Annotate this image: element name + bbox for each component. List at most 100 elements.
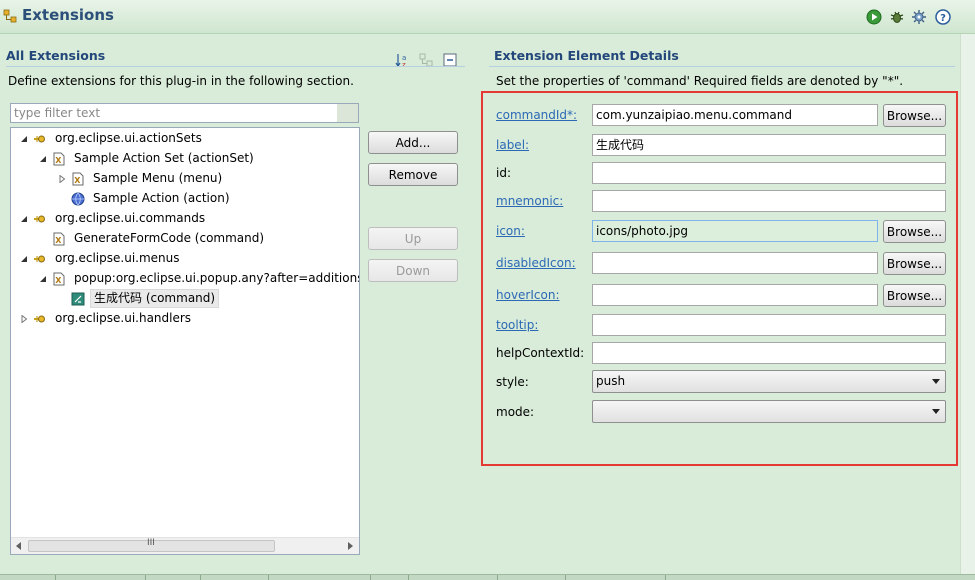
add-button[interactable]: Add...: [368, 131, 458, 154]
collapse-all-icon[interactable]: [443, 53, 457, 67]
hovericon-input[interactable]: [592, 284, 878, 306]
tab-separator: [408, 575, 409, 580]
expanded-arrow-icon[interactable]: [39, 155, 47, 163]
tree-item-label: Sample Menu (menu): [93, 171, 223, 185]
tab-separator: [268, 575, 269, 580]
action-globe-icon: [71, 192, 85, 206]
tree-item-label: Sample Action (action): [93, 191, 230, 205]
chevron-down-icon: [932, 409, 940, 414]
tree-item-popup[interactable]: X popup:org.eclipse.ui.popup.any?after=a…: [11, 269, 359, 289]
hovericon-browse-button[interactable]: Browse...: [883, 284, 946, 307]
tree-item-label: 生成代码 (command): [90, 289, 220, 308]
tree-item-label: org.eclipse.ui.menus: [55, 251, 180, 265]
down-button[interactable]: Down: [368, 259, 458, 282]
extensions-tree[interactable]: org.eclipse.ui.actionSets X Sample Actio…: [10, 127, 360, 555]
tree-item-sample-menu[interactable]: X Sample Menu (menu): [11, 169, 359, 189]
run-icon[interactable]: [866, 9, 882, 25]
mnemonic-label-link[interactable]: mnemonic:: [496, 193, 563, 209]
all-extensions-title: All Extensions: [6, 48, 106, 63]
page-title: Extensions: [22, 6, 114, 24]
label-label-link[interactable]: label:: [496, 137, 529, 153]
style-label: style:: [496, 375, 529, 389]
commandid-label-link[interactable]: commandId*:: [496, 107, 577, 123]
element-icon: X: [53, 272, 65, 286]
debug-icon[interactable]: [889, 9, 905, 25]
icon-label-link[interactable]: icon:: [496, 223, 525, 239]
tab-separator: [497, 575, 498, 580]
editor-tab-strip[interactable]: [0, 574, 975, 580]
svg-text:X: X: [55, 156, 62, 165]
settings-icon[interactable]: [911, 9, 927, 25]
collapsed-arrow-icon[interactable]: [20, 315, 28, 323]
collapsed-arrow-icon[interactable]: [58, 175, 66, 183]
tree-item-commands[interactable]: org.eclipse.ui.commands: [11, 209, 359, 229]
tree-item-actionsets[interactable]: org.eclipse.ui.actionSets: [11, 129, 359, 149]
filter-input[interactable]: [11, 104, 337, 122]
expanded-arrow-icon[interactable]: [20, 215, 28, 223]
help-icon[interactable]: ?: [935, 9, 951, 25]
details-title: Extension Element Details: [494, 48, 679, 63]
extensions-icon: [3, 9, 17, 23]
filter-box: [10, 103, 359, 123]
commandid-browse-button[interactable]: Browse...: [883, 104, 946, 127]
tab-separator: [55, 575, 56, 580]
details-description: Set the properties of 'command' Required…: [496, 74, 904, 88]
tree-item-label: popup:org.eclipse.ui.popup.any?after=add…: [74, 271, 360, 285]
tree-item-sample-action[interactable]: Sample Action (action): [11, 189, 359, 209]
scroll-left-icon[interactable]: [15, 542, 23, 550]
helpcontextid-input[interactable]: [592, 342, 946, 364]
tooltip-label-link[interactable]: tooltip:: [496, 317, 538, 333]
tooltip-input[interactable]: [592, 314, 946, 336]
svg-text:?: ?: [940, 13, 946, 24]
tree-item-label: GenerateFormCode (command): [74, 231, 265, 245]
tree-item-sample-action-set[interactable]: X Sample Action Set (actionSet): [11, 149, 359, 169]
horizontal-scrollbar[interactable]: III: [11, 537, 359, 554]
expanded-arrow-icon[interactable]: [39, 275, 47, 283]
mnemonic-input[interactable]: [592, 190, 946, 212]
extension-point-icon: [34, 135, 45, 143]
scroll-thumb-grip: III: [147, 538, 155, 548]
right-section-separator: [489, 66, 955, 67]
clear-filter-button[interactable]: [337, 104, 358, 122]
tree-item-handlers[interactable]: org.eclipse.ui.handlers: [11, 309, 359, 329]
mode-label: mode:: [496, 405, 535, 419]
svg-text:X: X: [74, 176, 81, 185]
disabledicon-input[interactable]: [592, 252, 878, 274]
helpcontextid-label: helpContextId:: [496, 346, 585, 360]
command-icon: [71, 292, 85, 306]
mode-select[interactable]: [592, 400, 946, 423]
tab-separator: [370, 575, 371, 580]
svg-text:X: X: [55, 236, 62, 245]
tab-separator: [145, 575, 146, 580]
remove-button[interactable]: Remove: [368, 163, 458, 186]
tab-separator: [665, 575, 666, 580]
tree-item-label: org.eclipse.ui.handlers: [55, 311, 192, 325]
expanded-arrow-icon[interactable]: [20, 255, 28, 263]
tab-separator: [565, 575, 566, 580]
disabledicon-label-link[interactable]: disabledIcon:: [496, 255, 576, 271]
tree-item-label: Sample Action Set (actionSet): [74, 151, 254, 165]
tree-item-generateformcode[interactable]: X GenerateFormCode (command): [11, 229, 359, 249]
label-input[interactable]: 生成代码: [592, 134, 946, 156]
style-select-value: push: [596, 374, 626, 388]
left-section-separator: [6, 66, 465, 67]
commandid-input[interactable]: com.yunzaipiao.menu.command: [592, 104, 878, 126]
style-select[interactable]: push: [592, 370, 946, 393]
element-icon: X: [72, 172, 84, 186]
id-input[interactable]: [592, 162, 946, 184]
tree-item-generate-code-command[interactable]: 生成代码 (command): [11, 289, 359, 309]
disabledicon-browse-button[interactable]: Browse...: [883, 252, 946, 275]
svg-text:X: X: [55, 276, 62, 285]
element-icon: X: [53, 152, 65, 166]
up-button[interactable]: Up: [368, 227, 458, 250]
icon-browse-button[interactable]: Browse...: [883, 220, 946, 243]
scroll-thumb[interactable]: III: [28, 538, 275, 552]
tree-item-menus[interactable]: org.eclipse.ui.menus: [11, 249, 359, 269]
id-label: id:: [496, 166, 511, 180]
icon-input[interactable]: icons/photo.jpg: [592, 220, 878, 242]
left-description: Define extensions for this plug-in in th…: [8, 74, 354, 88]
hovericon-label-link[interactable]: hoverIcon:: [496, 287, 560, 303]
expanded-arrow-icon[interactable]: [20, 135, 28, 143]
scroll-right-icon[interactable]: [346, 542, 354, 550]
tree-item-label: org.eclipse.ui.commands: [55, 211, 206, 225]
